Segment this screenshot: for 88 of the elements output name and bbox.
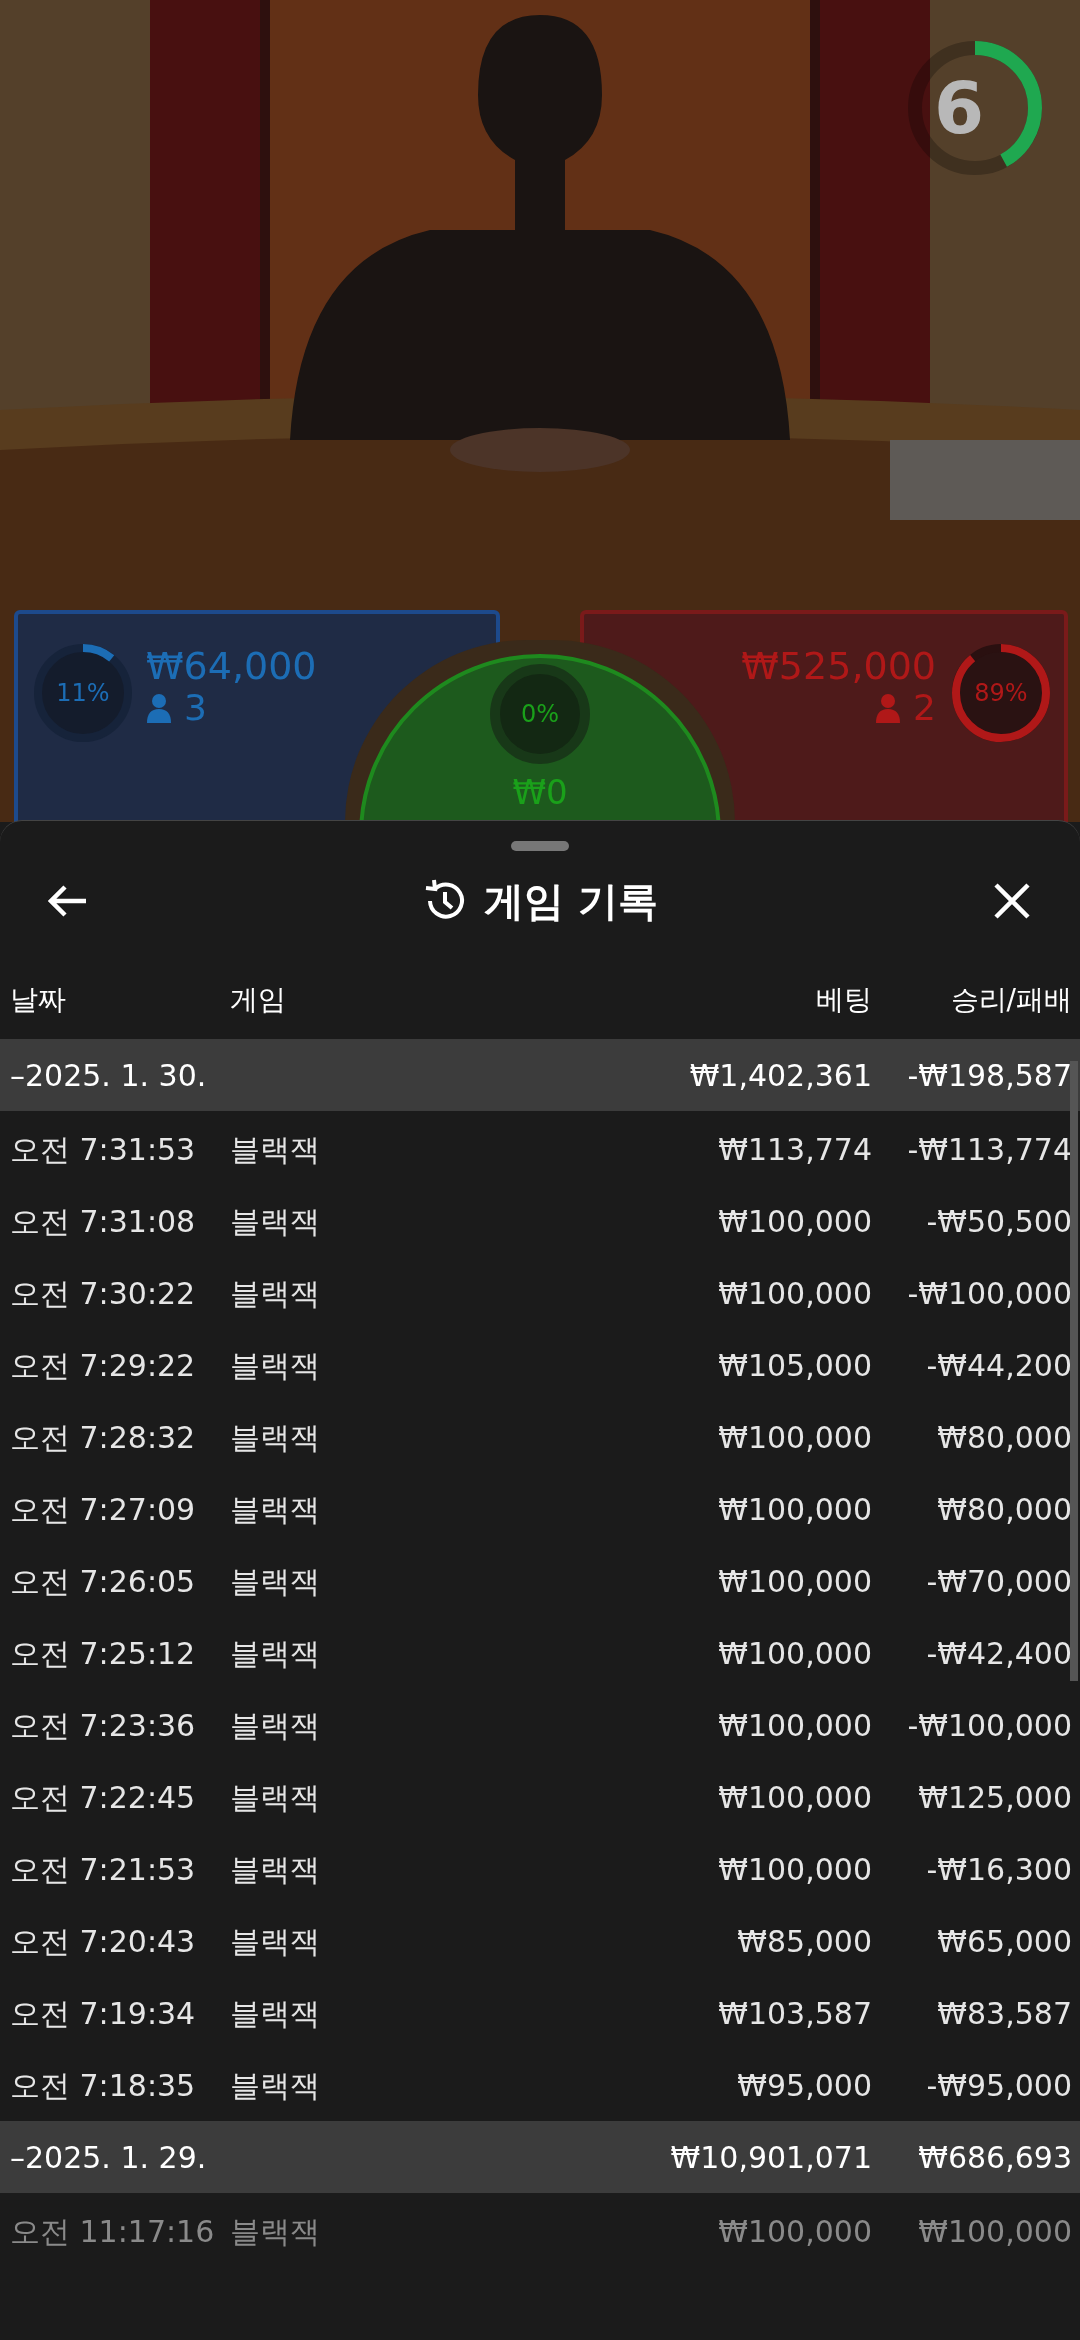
time-cell-text: 오전 7:30:22	[9, 1274, 197, 1313]
bet-cell-text: ₩100,000	[717, 1778, 872, 1817]
bet-cell-text: ₩100,000	[717, 1850, 872, 1889]
result-cell-text: ₩125,000	[917, 1778, 1072, 1817]
scrollbar[interactable]	[1070, 1061, 1078, 1681]
column-header: 승리/패배	[949, 982, 1072, 1018]
result-cell-text: -₩113,774	[906, 1130, 1072, 1169]
bet-amount: ₩64,000	[146, 644, 317, 688]
date-cell-text: –2025. 1. 30.	[9, 1056, 208, 1095]
game-cell-text: 블랙잭	[230, 1418, 321, 1457]
result-cell-text: ₩65,000	[936, 1922, 1072, 1961]
drag-handle[interactable]	[511, 841, 569, 851]
time-cell-text: 오전 7:31:53	[9, 1130, 197, 1169]
game-cell-text: 블랙잭	[230, 1778, 321, 1817]
time-cell-text: 오전 11:17:16	[9, 2212, 216, 2251]
bet-cell-text: ₩100,000	[717, 1490, 872, 1529]
back-arrow-icon	[48, 884, 88, 918]
time-cell-text: 오전 7:21:53	[9, 1850, 197, 1889]
percent-label: 11%	[56, 679, 110, 707]
bet-cell-text: ₩100,000	[717, 1634, 872, 1673]
time-cell-text: 오전 7:20:43	[9, 1922, 197, 1961]
countdown-number: 6	[934, 72, 985, 144]
game-cell-text: 블랙잭	[230, 1850, 321, 1889]
result-cell-text: ₩80,000	[936, 1490, 1072, 1529]
game-cell-text: 블랙잭	[230, 2212, 321, 2251]
result-cell-text: ₩83,587	[936, 1994, 1072, 2033]
bet-cell-text: ₩95,000	[736, 2066, 872, 2105]
time-cell-text: 오전 7:25:12	[9, 1634, 197, 1673]
close-icon	[993, 882, 1031, 920]
percent-label: 0%	[520, 700, 560, 728]
time-cell-text: 오전 7:29:22	[9, 1346, 197, 1385]
time-cell-text: 오전 7:26:05	[9, 1562, 197, 1601]
bet-cell-text: ₩100,000	[717, 1274, 872, 1313]
person-icon	[875, 693, 902, 723]
player-count: 2	[913, 688, 936, 728]
time-cell-text: 오전 7:23:36	[9, 1706, 197, 1745]
result-cell-text: -₩100,000	[906, 1274, 1072, 1313]
game-cell-text: 블랙잭	[230, 1634, 321, 1673]
result-cell-text: -₩50,500	[925, 1202, 1072, 1241]
game-cell-text: 블랙잭	[230, 1202, 321, 1241]
game-cell-text: 블랙잭	[230, 1922, 321, 1961]
person-icon	[146, 693, 172, 723]
time-cell-text: 오전 7:19:34	[9, 1994, 197, 2033]
date-cell-text: –2025. 1. 29.	[9, 2138, 208, 2177]
total-bet-cell-text: ₩1,402,361	[689, 1056, 872, 1095]
bet-cell-text: ₩85,000	[736, 1922, 872, 1961]
column-header: 베팅	[815, 982, 872, 1018]
result-cell-text: ₩100,000	[917, 2212, 1072, 2251]
game-cell-text: 블랙잭	[230, 1130, 321, 1169]
game-cell-text: 블랙잭	[230, 1994, 321, 2033]
total-result-cell-text: ₩686,693	[917, 2138, 1072, 2177]
result-cell-text: -₩100,000	[906, 1706, 1072, 1745]
result-cell-text: -₩70,000	[925, 1562, 1072, 1601]
bet-amount: ₩0	[511, 772, 569, 812]
date-group-row[interactable]: –2025. 1. 29. ₩10,901,071 ₩686,693	[0, 2121, 1080, 2193]
bet-cell-text: ₩100,000	[717, 1418, 872, 1457]
result-cell-text: -₩44,200	[925, 1346, 1072, 1385]
bet-cell-text: ₩113,774	[717, 1130, 872, 1169]
total-result-cell-text: -₩198,587	[906, 1056, 1072, 1095]
bet-cell-text: ₩100,000	[717, 1202, 872, 1241]
game-cell-text: 블랙잭	[230, 1274, 321, 1313]
bet-amount: ₩525,000	[741, 644, 936, 688]
time-cell-text: 오전 7:18:35	[9, 2066, 197, 2105]
bet-cell-text: ₩100,000	[717, 1562, 872, 1601]
time-cell-text: 오전 7:27:09	[9, 1490, 197, 1529]
sheet-title: 게임 기록	[484, 877, 658, 926]
total-bet-cell-text: ₩10,901,071	[670, 2138, 872, 2177]
result-cell-text: ₩80,000	[936, 1418, 1072, 1457]
game-cell-text: 블랙잭	[230, 1490, 321, 1529]
bet-cell-text: ₩100,000	[717, 1706, 872, 1745]
date-group-row[interactable]: –2025. 1. 30. ₩1,402,361 -₩198,587	[0, 1039, 1080, 1111]
game-cell-text: 블랙잭	[230, 1706, 321, 1745]
time-cell-text: 오전 7:22:45	[9, 1778, 197, 1817]
column-header: 날짜	[9, 982, 67, 1018]
bet-cell-text: ₩105,000	[717, 1346, 872, 1385]
result-cell-text: -₩95,000	[925, 2066, 1072, 2105]
column-header: 게임	[230, 982, 287, 1018]
time-cell-text: 오전 7:31:08	[9, 1202, 197, 1241]
player-count: 3	[184, 688, 207, 728]
percent-label: 89%	[974, 679, 1028, 707]
time-cell-text: 오전 7:28:32	[9, 1418, 197, 1457]
game-cell-text: 블랙잭	[230, 1346, 321, 1385]
bet-cell-text: ₩100,000	[717, 2212, 872, 2251]
game-cell-text: 블랙잭	[230, 1562, 321, 1601]
result-cell-text: -₩42,400	[925, 1634, 1072, 1673]
bet-cell-text: ₩103,587	[717, 1994, 872, 2033]
result-cell-text: -₩16,300	[925, 1850, 1072, 1889]
game-cell-text: 블랙잭	[230, 2066, 321, 2105]
